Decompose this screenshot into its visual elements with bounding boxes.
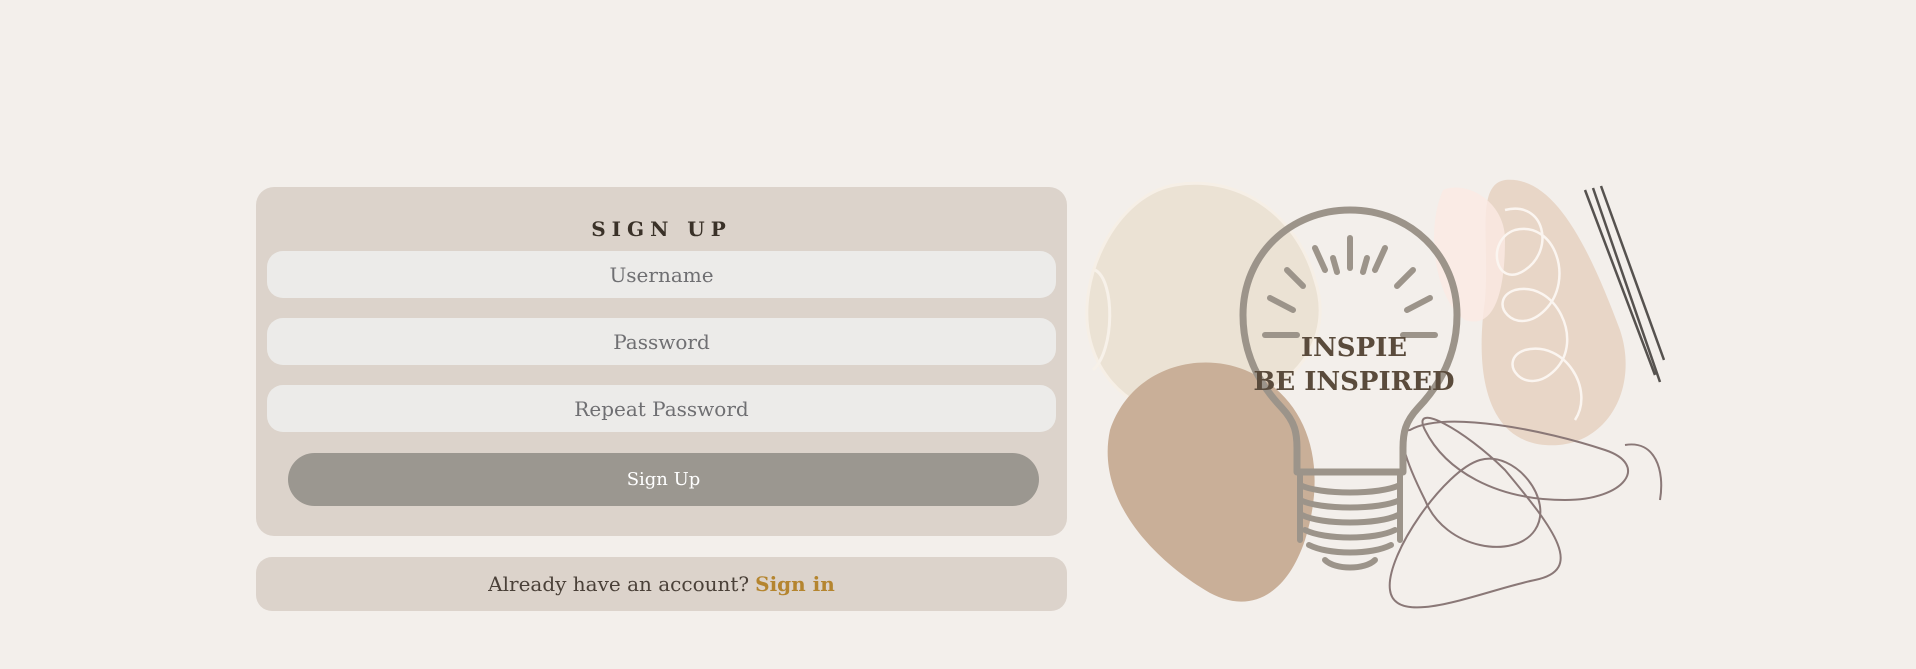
signin-card: Already have an account? Sign in xyxy=(256,557,1067,611)
password-input[interactable] xyxy=(267,318,1056,365)
signup-title: SIGN UP xyxy=(591,217,732,241)
bulb-line1: INSPIE xyxy=(1301,333,1407,363)
bulb-line2: BE INSPIRED xyxy=(1253,367,1454,397)
page: SIGN UP Sign Up Already have an account?… xyxy=(0,0,1916,669)
thin-scribble-tail xyxy=(1624,443,1663,501)
lightbulb-illustration: INSPIE BE INSPIRED xyxy=(1085,179,1665,609)
repeat-password-input[interactable] xyxy=(267,385,1056,432)
sign-in-link[interactable]: Sign in xyxy=(755,572,835,596)
username-input[interactable] xyxy=(267,251,1056,298)
bulb-base xyxy=(1297,472,1403,571)
signin-prompt: Already have an account? xyxy=(488,572,750,596)
sign-up-button[interactable]: Sign Up xyxy=(288,453,1039,506)
thin-scribble-loop xyxy=(1388,416,1629,609)
tan-blob-shape xyxy=(1107,362,1315,602)
